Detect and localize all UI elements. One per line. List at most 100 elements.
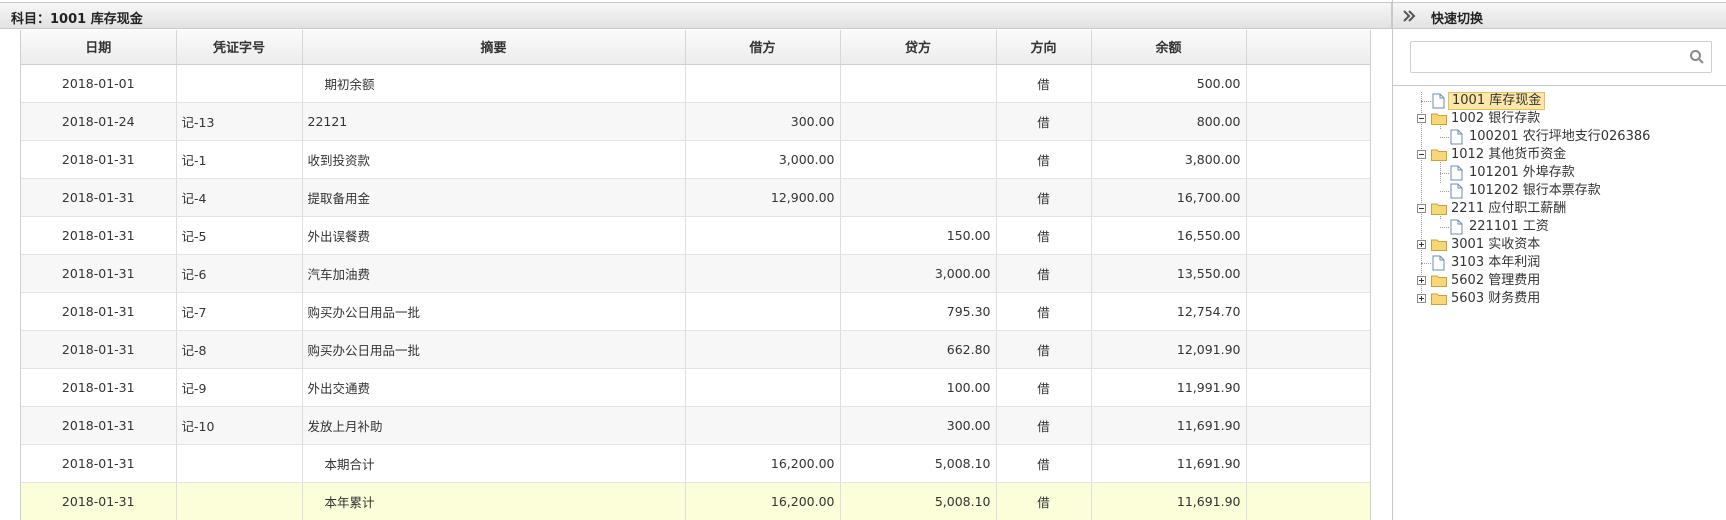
table-row[interactable]: 2018-01-31 记-1 收到投资款 3,000.00 借 3,800.00 <box>21 140 1370 179</box>
tree-node-label[interactable]: 1001 库存现金 <box>1448 92 1546 110</box>
cell-voucher[interactable]: 记-7 <box>176 292 303 331</box>
tree-node-5602[interactable]: 5602 管理费用 <box>1405 272 1705 290</box>
tree-node-label[interactable]: 2211 应付职工薪酬 <box>1448 200 1569 218</box>
cell-debit: 300.00 <box>685 102 841 141</box>
tree-node-100201[interactable]: 100201 农行坪地支行026386 <box>1405 128 1725 146</box>
subject-title: 科目：1001 库存现金 <box>11 12 143 27</box>
cell-summary: 外出交通费 <box>302 368 686 407</box>
col-header-debit[interactable]: 借方 <box>685 30 841 65</box>
collapse-toggle-icon[interactable] <box>1417 204 1426 213</box>
folder-icon <box>1431 275 1447 287</box>
double-chevron-right-icon[interactable] <box>1401 8 1417 24</box>
table-row[interactable]: 2018-01-01 期初余额 借 500.00 <box>21 64 1370 103</box>
cell-voucher[interactable]: 记-1 <box>176 140 303 179</box>
tree-node-1012[interactable]: 1012 其他货币资金 <box>1405 146 1705 164</box>
tree-node-label[interactable]: 100201 农行坪地支行026386 <box>1466 128 1653 146</box>
cell-balance: 3,800.00 <box>1091 140 1247 179</box>
tree-node-101201[interactable]: 101201 外埠存款 <box>1405 164 1705 182</box>
file-icon <box>1450 219 1463 235</box>
cell-credit <box>840 178 997 217</box>
tree-node-5603[interactable]: 5603 财务费用 <box>1405 290 1705 308</box>
cell-summary: 汽车加油费 <box>302 254 686 293</box>
col-header-balance[interactable]: 余额 <box>1091 30 1247 65</box>
folder-icon <box>1431 203 1447 215</box>
expand-toggle-icon[interactable] <box>1417 240 1426 249</box>
cell-direction: 借 <box>996 406 1092 445</box>
cell-voucher[interactable]: 记-9 <box>176 368 303 407</box>
cell-voucher[interactable]: 记-8 <box>176 330 303 369</box>
table-row[interactable]: 2018-01-31 记-9 外出交通费 100.00 借 11,991.90 <box>21 368 1370 407</box>
collapse-toggle-icon[interactable] <box>1417 114 1426 123</box>
cell-balance: 500.00 <box>1091 64 1247 103</box>
cell-direction: 借 <box>996 368 1092 407</box>
scroll-gutter <box>1246 102 1370 141</box>
tree-node-label[interactable]: 1012 其他货币资金 <box>1448 146 1569 164</box>
cell-summary: 本期合计 <box>302 444 686 483</box>
tree-node-221101[interactable]: 221101 工资 <box>1405 218 1705 236</box>
cell-debit <box>685 64 841 103</box>
header-row: 日期 凭证字号 摘要 借方 贷方 方向 余额 <box>21 30 1370 65</box>
cell-direction: 借 <box>996 482 1092 520</box>
cell-voucher[interactable]: 记-5 <box>176 216 303 255</box>
table-row[interactable]: 2018-01-31 记-7 购买办公日用品一批 795.30 借 12,754… <box>21 292 1370 331</box>
tree-node-3001[interactable]: 3001 实收资本 <box>1405 236 1705 254</box>
tree-node-label[interactable]: 1002 银行存款 <box>1448 110 1543 128</box>
cell-credit: 5,008.10 <box>840 482 997 520</box>
tree-node-1001[interactable]: 1001 库存现金 <box>1405 92 1705 110</box>
table-row-highlighted[interactable]: 2018-01-31 本年累计 16,200.00 5,008.10 借 11,… <box>21 482 1370 520</box>
tree-node-label[interactable]: 101201 外埠存款 <box>1466 164 1578 182</box>
cell-date: 2018-01-31 <box>21 216 177 255</box>
folder-icon <box>1431 113 1447 125</box>
tree-node-label[interactable]: 3103 本年利润 <box>1448 254 1543 272</box>
account-search-input[interactable] <box>1411 42 1681 72</box>
cell-direction: 借 <box>996 216 1092 255</box>
tree-node-3103[interactable]: 3103 本年利润 <box>1405 254 1705 272</box>
tree-node-2211[interactable]: 2211 应付职工薪酬 <box>1405 200 1705 218</box>
col-header-voucher[interactable]: 凭证字号 <box>176 30 303 65</box>
account-search-box[interactable] <box>1410 41 1712 73</box>
cell-voucher[interactable] <box>176 444 303 483</box>
search-icon[interactable] <box>1689 49 1705 65</box>
tree-node-101202[interactable]: 101202 银行本票存款 <box>1405 182 1705 200</box>
cell-direction: 借 <box>996 102 1092 141</box>
tree-node-label[interactable]: 221101 工资 <box>1466 218 1552 236</box>
cell-credit: 795.30 <box>840 292 997 331</box>
cell-voucher[interactable]: 记-6 <box>176 254 303 293</box>
table-row[interactable]: 2018-01-31 本期合计 16,200.00 5,008.10 借 11,… <box>21 444 1370 483</box>
table-row[interactable]: 2018-01-31 记-8 购买办公日用品一批 662.80 借 12,091… <box>21 330 1370 369</box>
col-header-date[interactable]: 日期 <box>21 30 177 65</box>
cell-voucher[interactable]: 记-10 <box>176 406 303 445</box>
cell-credit: 150.00 <box>840 216 997 255</box>
cell-voucher[interactable]: 记-4 <box>176 178 303 217</box>
collapse-toggle-icon[interactable] <box>1417 150 1426 159</box>
tree-node-label[interactable]: 5602 管理费用 <box>1448 272 1543 290</box>
tree-connector <box>1440 191 1449 192</box>
table-row[interactable]: 2018-01-24 记-13 22121 300.00 借 800.00 <box>21 102 1370 141</box>
expand-toggle-icon[interactable] <box>1417 276 1426 285</box>
cell-voucher[interactable]: 记-13 <box>176 102 303 141</box>
table-row[interactable]: 2018-01-31 记-10 发放上月补助 300.00 借 11,691.9… <box>21 406 1370 445</box>
file-icon <box>1432 93 1445 109</box>
table-row[interactable]: 2018-01-31 记-4 提取备用金 12,900.00 借 16,700.… <box>21 178 1370 217</box>
tree-node-label[interactable]: 5603 财务费用 <box>1448 290 1543 308</box>
expand-toggle-icon[interactable] <box>1417 294 1426 303</box>
cell-summary: 期初余额 <box>302 64 686 103</box>
col-header-credit[interactable]: 贷方 <box>840 30 997 65</box>
table-row[interactable]: 2018-01-31 记-5 外出误餐费 150.00 借 16,550.00 <box>21 216 1370 255</box>
cell-date: 2018-01-31 <box>21 292 177 331</box>
cell-date: 2018-01-31 <box>21 482 177 520</box>
cell-debit: 3,000.00 <box>685 140 841 179</box>
cell-date: 2018-01-31 <box>21 140 177 179</box>
cell-voucher[interactable] <box>176 64 303 103</box>
col-header-summary[interactable]: 摘要 <box>302 30 686 65</box>
col-header-direction[interactable]: 方向 <box>996 30 1092 65</box>
tree-node-label[interactable]: 3001 实收资本 <box>1448 236 1543 254</box>
folder-icon <box>1431 239 1447 251</box>
cell-direction: 借 <box>996 254 1092 293</box>
tree-node-label[interactable]: 101202 银行本票存款 <box>1466 182 1604 200</box>
cell-date: 2018-01-31 <box>21 406 177 445</box>
cell-voucher[interactable] <box>176 482 303 520</box>
table-row[interactable]: 2018-01-31 记-6 汽车加油费 3,000.00 借 13,550.0… <box>21 254 1370 293</box>
tree-node-1002[interactable]: 1002 银行存款 <box>1405 110 1705 128</box>
cell-date: 2018-01-31 <box>21 178 177 217</box>
